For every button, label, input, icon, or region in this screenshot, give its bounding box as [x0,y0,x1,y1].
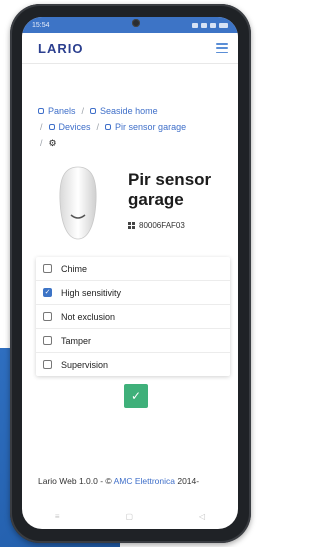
breadcrumb-separator: / [81,106,85,116]
front-camera [132,19,140,27]
device-id-value: 80006FAF03 [139,221,185,230]
home-nav-icon[interactable]: ▢ [125,512,133,521]
option-tamper[interactable]: Tamper [36,329,230,353]
signal-icon [210,22,216,28]
breadcrumb-separator: / [40,138,43,148]
footer-suffix: 2014- [174,476,200,486]
breadcrumb-separator: / [96,122,100,132]
home-icon [90,108,97,114]
option-supervision[interactable]: Supervision [36,353,230,376]
checkbox-checked[interactable] [43,288,52,297]
battery-icon [219,22,228,28]
option-chime[interactable]: Chime [36,257,230,281]
status-bar: 15:54 [22,17,238,33]
breadcrumb-devices[interactable]: Devices [59,119,91,135]
option-label: High sensitivity [61,287,122,298]
panel-icon [38,108,44,114]
check-icon: ✓ [130,389,142,403]
save-button[interactable]: ✓ [124,384,148,408]
option-label: Supervision [61,359,109,370]
footer-company-link[interactable]: AMC Elettronica [114,476,175,486]
option-not-exclusion[interactable]: Not exclusion [36,305,230,329]
devices-icon [48,124,55,130]
status-time: 15:54 [32,21,50,29]
navbar: LARIO [22,33,238,64]
android-nav-bar: ≡ ▢ ◁ [22,508,238,524]
bluetooth-icon [192,22,198,28]
sensor-icon [105,124,112,130]
status-icons [192,22,228,28]
device-id: 80006FAF03 [128,221,185,230]
qr-code-icon [128,222,135,229]
option-label: Tamper [61,335,92,346]
breadcrumb-panels[interactable]: Panels [48,103,76,119]
wifi-icon [201,22,207,28]
footer: Lario Web 1.0.0 - © AMC Elettronica 2014… [38,476,199,486]
breadcrumb-separator: / [40,122,43,132]
menu-nav-icon[interactable]: ≡ [55,512,60,521]
phone-screen: 15:54 LARIO Panels / Seaside home / Devi… [22,17,238,529]
breadcrumb: Panels / Seaside home / Devices / Pir se… [38,103,228,151]
breadcrumb-seaside-home[interactable]: Seaside home [100,103,158,119]
back-nav-icon[interactable]: ◁ [199,512,205,521]
footer-prefix: Lario Web 1.0.0 - © [38,476,114,486]
hamburger-menu-icon[interactable] [216,43,228,53]
app-logo[interactable]: LARIO [38,41,83,56]
device-title: Pir sensor garage [128,170,212,209]
option-label: Chime [61,263,88,274]
option-high-sensitivity[interactable]: High sensitivity [36,281,230,305]
checkbox[interactable] [43,336,52,345]
checkbox[interactable] [43,312,52,321]
checkbox[interactable] [43,360,52,369]
option-label: Not exclusion [61,311,116,322]
checkbox[interactable] [43,264,52,273]
options-list: Chime High sensitivity Not exclusion Tam… [36,257,230,376]
pir-sensor-image [59,166,97,240]
breadcrumb-pir-sensor-garage[interactable]: Pir sensor garage [115,119,186,135]
gear-icon: ⚙ [48,138,57,148]
